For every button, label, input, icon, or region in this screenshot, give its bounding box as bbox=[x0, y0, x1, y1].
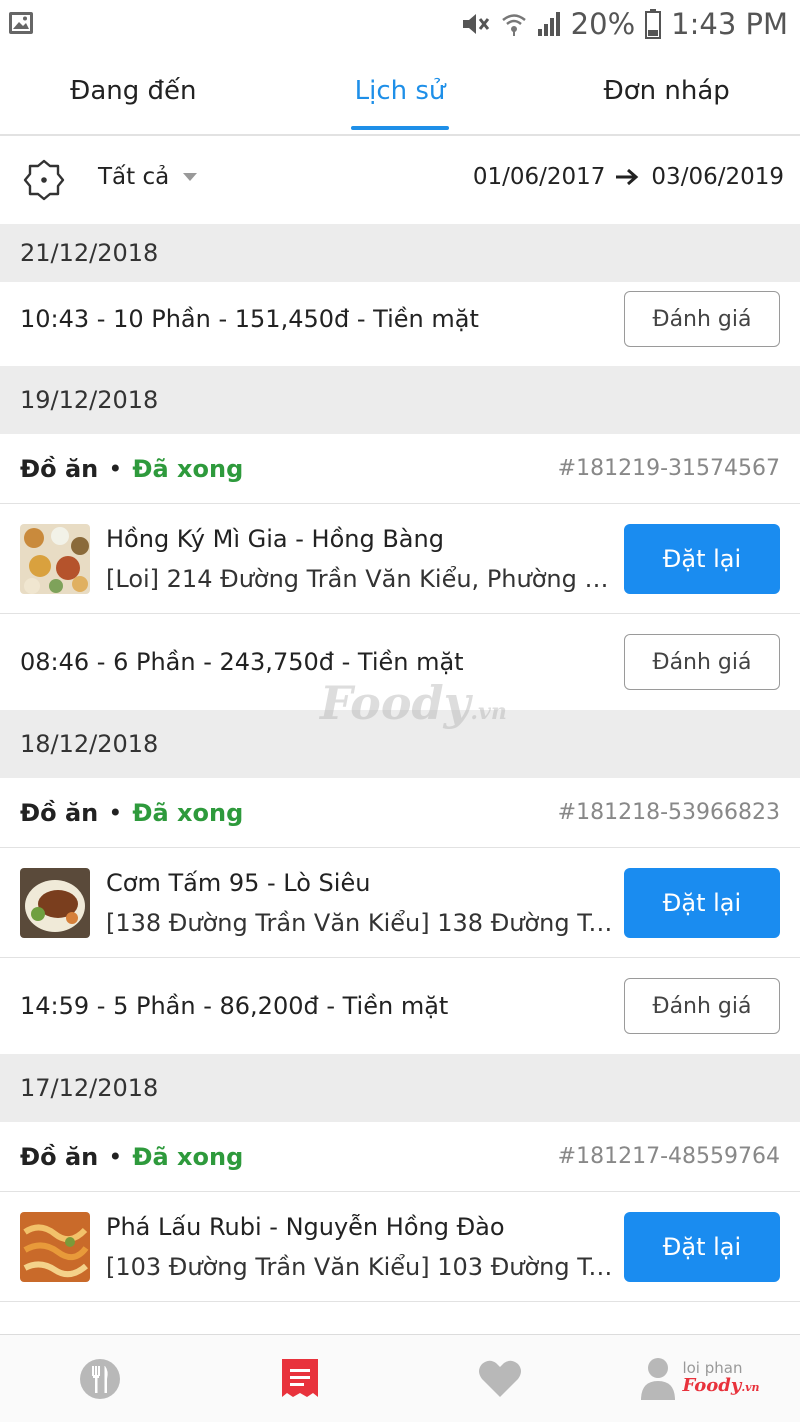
nav-orders[interactable] bbox=[200, 1335, 400, 1422]
date-header: 17/12/2018 bbox=[0, 1054, 800, 1122]
order-code: #181219-31574567 bbox=[557, 456, 780, 481]
foody-watermark: Foody.vn bbox=[320, 676, 507, 730]
chevron-down-icon bbox=[183, 173, 198, 181]
order-status: Đã xong bbox=[132, 798, 244, 827]
tab-drafts[interactable]: Đơn nháp bbox=[533, 48, 800, 134]
tab-incoming[interactable]: Đang đến bbox=[0, 48, 267, 134]
status-bar: 20% 1:43 PM bbox=[0, 0, 800, 48]
shop-address: [Loi] 214 Đường Trần Văn Kiểu, Phường 1.… bbox=[106, 564, 616, 593]
order-kind: Đồ ăn bbox=[20, 454, 99, 483]
separator-dot: • bbox=[108, 1142, 123, 1171]
category-dropdown[interactable]: Tất cả bbox=[98, 164, 198, 190]
separator-dot: • bbox=[108, 454, 123, 483]
separator-dot: • bbox=[108, 798, 123, 827]
rate-button[interactable]: Đánh giá bbox=[624, 634, 780, 690]
order-summary-row: 10:43 - 10 Phần - 151,450đ - Tiền mặt Đá… bbox=[0, 282, 800, 356]
order-summary: 10:43 - 10 Phần - 151,450đ - Tiền mặt bbox=[20, 305, 479, 333]
avatar-icon bbox=[641, 1357, 676, 1400]
date-from: 01/06/2017 bbox=[472, 164, 606, 190]
heart-icon bbox=[479, 1360, 521, 1397]
shop-name: Phá Lấu Rubi - Nguyễn Hồng Đào bbox=[106, 1212, 505, 1241]
rate-button[interactable]: Đánh giá bbox=[624, 978, 780, 1034]
nav-restaurants[interactable] bbox=[0, 1335, 200, 1422]
order-kind: Đồ ăn bbox=[20, 1142, 99, 1171]
date-range[interactable]: 01/06/2017 03/06/2019 bbox=[473, 164, 784, 190]
date-header: 19/12/2018 bbox=[0, 366, 800, 434]
order-status: Đã xong bbox=[132, 1142, 244, 1171]
reorder-button[interactable]: Đặt lại bbox=[624, 523, 780, 594]
order-summary: 14:59 - 5 Phần - 86,200đ - Tiền mặt bbox=[20, 992, 449, 1020]
filter-bar: Tất cả 01/06/2017 03/06/2019 bbox=[0, 136, 800, 224]
shop-row[interactable]: Hồng Ký Mì Gia - Hồng Bàng [Loi] 214 Đườ… bbox=[0, 504, 800, 614]
order-status: Đã xong bbox=[132, 454, 244, 483]
reorder-button[interactable]: Đặt lại bbox=[624, 867, 780, 938]
order-status-row: Đồ ăn • Đã xong #181218-53966823 bbox=[0, 778, 800, 848]
tab-history[interactable]: Lịch sử bbox=[267, 48, 534, 134]
date-header: 21/12/2018 bbox=[0, 224, 800, 282]
order-status-row: Đồ ăn • Đã xong #181219-31574567 bbox=[0, 434, 800, 504]
order-status-row: Đồ ăn • Đã xong #181217-48559764 bbox=[0, 1122, 800, 1192]
receipt-icon bbox=[282, 1358, 318, 1397]
clock: 1:43 PM bbox=[671, 7, 788, 41]
shop-row[interactable]: Cơm Tấm 95 - Lò Siêu [138 Đường Trần Văn… bbox=[0, 848, 800, 958]
shop-thumbnail bbox=[20, 1211, 90, 1282]
wifi-icon bbox=[501, 14, 526, 36]
nav-profile[interactable]: loi phan Foody.vn bbox=[600, 1335, 800, 1422]
order-code: #181217-48559764 bbox=[557, 1144, 780, 1169]
bottom-navigation: loi phan Foody.vn bbox=[0, 1334, 800, 1422]
battery-percent: 20% bbox=[570, 7, 636, 41]
order-tabs: Đang đến Lịch sử Đơn nháp bbox=[0, 48, 800, 136]
gallery-notification-icon bbox=[9, 12, 33, 34]
order-code: #181218-53966823 bbox=[557, 800, 780, 825]
signal-icon bbox=[537, 12, 560, 36]
settings-gear-icon[interactable] bbox=[22, 158, 66, 202]
shop-thumbnail bbox=[20, 523, 90, 594]
battery-icon bbox=[645, 9, 662, 39]
category-selected-label: Tất cả bbox=[98, 164, 170, 190]
shop-name: Cơm Tấm 95 - Lò Siêu bbox=[106, 868, 371, 897]
order-summary: 08:46 - 6 Phần - 243,750đ - Tiền mặt bbox=[20, 648, 464, 676]
fork-knife-icon bbox=[80, 1358, 120, 1399]
reorder-button[interactable]: Đặt lại bbox=[624, 1211, 780, 1282]
mute-icon bbox=[462, 14, 489, 34]
order-kind: Đồ ăn bbox=[20, 798, 99, 827]
arrow-right-icon bbox=[616, 168, 639, 186]
date-to: 03/06/2019 bbox=[651, 164, 784, 190]
nav-favorites[interactable] bbox=[400, 1335, 600, 1422]
shop-row[interactable]: Phá Lấu Rubi - Nguyễn Hồng Đào [103 Đườn… bbox=[0, 1192, 800, 1302]
shop-address: [138 Đường Trần Văn Kiểu] 138 Đường Trầ.… bbox=[106, 908, 616, 937]
shop-thumbnail bbox=[20, 867, 90, 938]
order-history-list: 21/12/2018 10:43 - 10 Phần - 151,450đ - … bbox=[0, 224, 800, 1302]
rate-button[interactable]: Đánh giá bbox=[624, 291, 780, 347]
shop-address: [103 Đường Trần Văn Kiểu] 103 Đường Trầ.… bbox=[106, 1252, 616, 1281]
foody-logo: Foody.vn bbox=[682, 1374, 760, 1396]
shop-name: Hồng Ký Mì Gia - Hồng Bàng bbox=[106, 524, 444, 553]
order-summary-row: 14:59 - 5 Phần - 86,200đ - Tiền mặt Đánh… bbox=[0, 958, 800, 1054]
